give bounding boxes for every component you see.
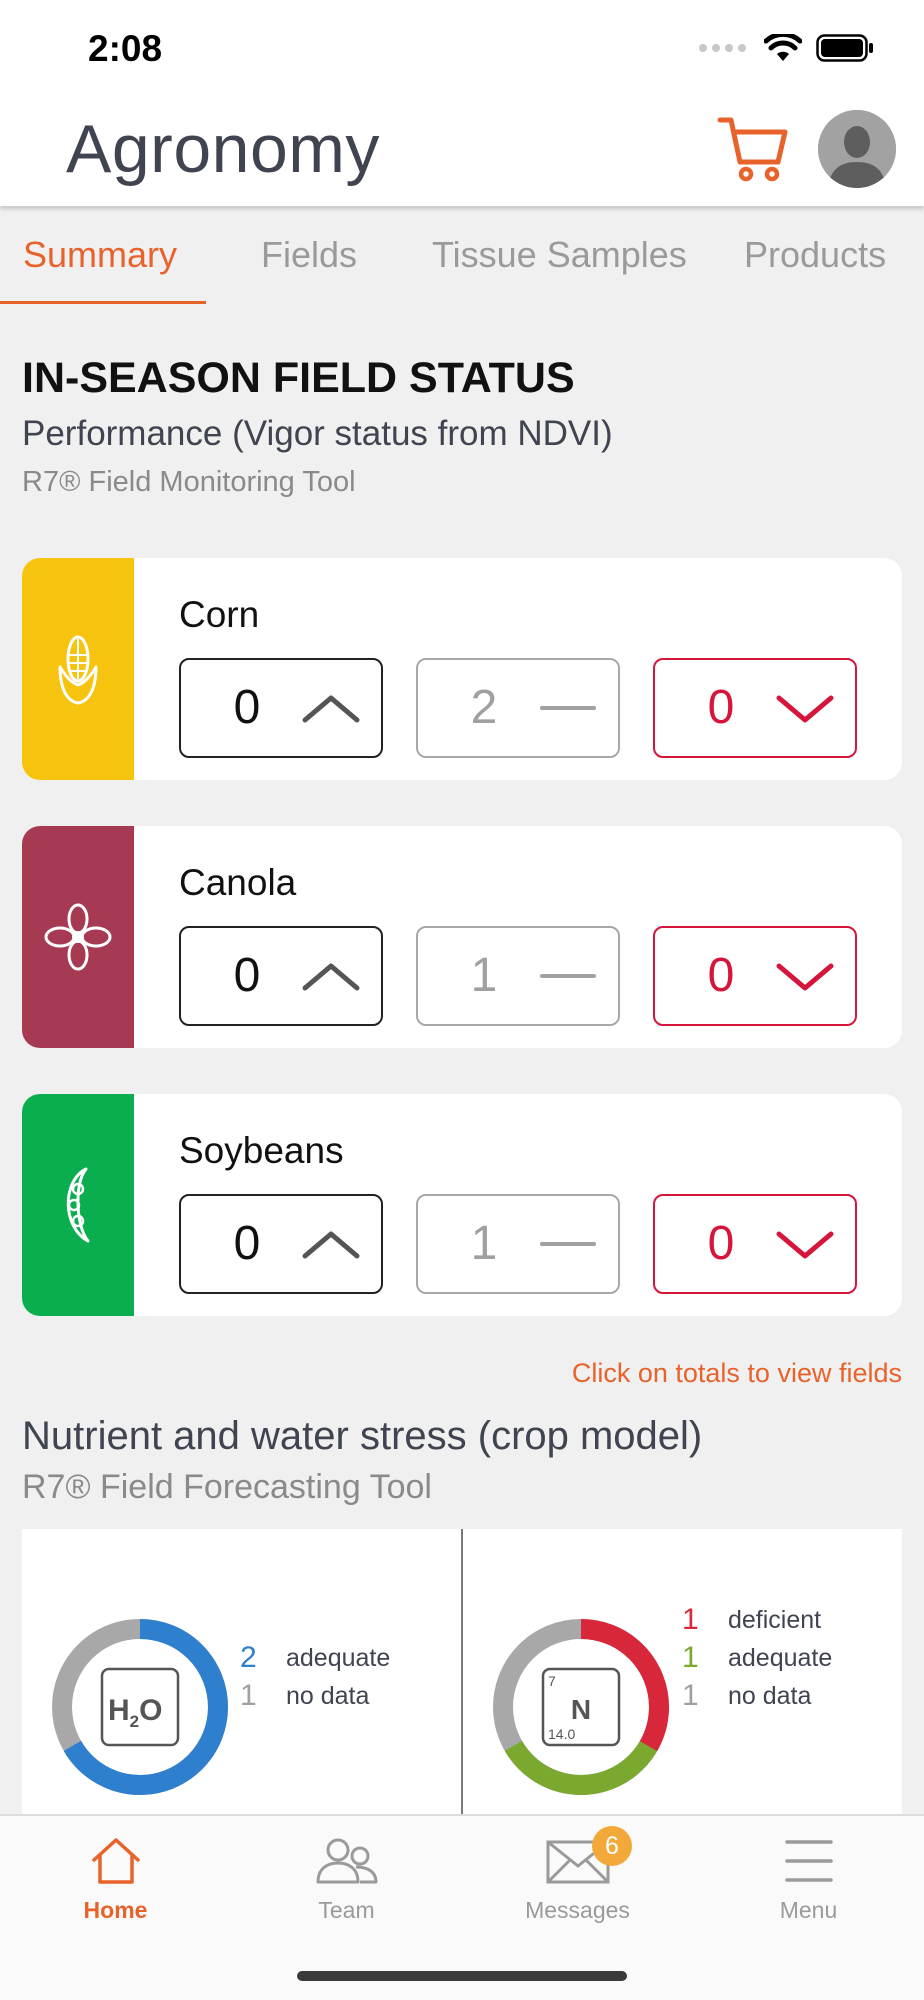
status-icons	[699, 34, 874, 62]
user-avatar[interactable]	[818, 110, 896, 188]
stress-section-tool: R7® Field Forecasting Tool	[22, 1468, 432, 1506]
user-silhouette-icon	[818, 110, 896, 188]
nitrogen-deficient-label: deficient	[728, 1606, 822, 1634]
chevron-up-icon	[302, 963, 360, 991]
declining-count-button[interactable]: 0	[653, 926, 857, 1026]
water-adequate-label: adequate	[286, 1644, 391, 1672]
canola-icon	[44, 903, 112, 971]
team-icon	[316, 1838, 377, 1884]
corn-icon	[58, 635, 98, 705]
status-time: 2:08	[88, 28, 163, 69]
improving-count-button[interactable]: 0	[179, 658, 383, 758]
chevron-down-icon	[776, 695, 834, 723]
tab-summary[interactable]: Summary	[23, 234, 177, 276]
nitrogen-adequate-label: adequate	[728, 1644, 833, 1672]
declining-count: 0	[707, 1217, 735, 1270]
tab-products[interactable]: Products	[744, 234, 886, 276]
nav-menu[interactable]: Menu	[693, 1816, 924, 1946]
nitrogen-no-data-label: no data	[728, 1682, 812, 1710]
declining-count: 0	[707, 681, 735, 734]
chevron-up-icon	[302, 1231, 360, 1259]
nitrogen-legend-adequate: 1 adequate	[682, 1641, 832, 1675]
crop-name: Canola	[179, 862, 297, 903]
improving-count: 0	[233, 681, 261, 734]
crop-card-canola: Canola 0 1 0	[22, 826, 902, 1048]
chevron-down-icon	[776, 963, 834, 991]
nav-menu-label: Menu	[779, 1897, 838, 1923]
chevron-up-icon	[302, 695, 360, 723]
water-legend-no-data: 1 no data	[240, 1679, 369, 1713]
chevron-down-icon	[776, 1231, 834, 1259]
declining-count-button[interactable]: 0	[653, 1194, 857, 1294]
cellular-signal-icon	[699, 44, 746, 52]
crop-card-soybeans: Soybeans 0 1 0	[22, 1094, 902, 1316]
water-adequate-count: 2	[240, 1641, 257, 1674]
click-totals-hint: Click on totals to view fields	[571, 1358, 902, 1388]
improving-count: 0	[233, 949, 261, 1002]
crop-color-strip	[22, 1094, 134, 1316]
stress-panel: H2O 2 adequate 1 no data 7 N 14.0 1 defi…	[22, 1529, 902, 1819]
nav-home[interactable]: Home	[0, 1816, 231, 1946]
stable-count-button[interactable]: 1	[416, 926, 620, 1026]
tab-fields[interactable]: Fields	[261, 234, 357, 276]
active-tab-indicator	[0, 301, 206, 304]
stable-count-button[interactable]: 1	[416, 1194, 620, 1294]
stable-count: 1	[470, 949, 498, 1002]
stable-count-button[interactable]: 2	[416, 658, 620, 758]
app-header: Agronomy	[0, 100, 924, 206]
cart-icon	[717, 117, 788, 182]
crop-color-strip	[22, 558, 134, 780]
crop-name: Corn	[179, 594, 260, 635]
stable-count: 1	[470, 1217, 498, 1270]
improving-count: 0	[233, 1217, 261, 1270]
cart-button[interactable]	[716, 112, 790, 186]
battery-icon	[816, 34, 873, 62]
wifi-icon	[764, 34, 802, 61]
section-tool-name: R7® Field Monitoring Tool	[22, 466, 356, 498]
tab-bar: Summary Fields Tissue Samples Products	[0, 206, 924, 304]
nav-team-label: Team	[318, 1897, 375, 1923]
nav-team[interactable]: Team	[231, 1816, 462, 1946]
section-subtitle: Performance (Vigor status from NDVI)	[22, 414, 613, 453]
tab-tissue-samples[interactable]: Tissue Samples	[432, 234, 687, 276]
dash-icon	[540, 706, 596, 710]
status-bar: 2:08	[0, 0, 924, 100]
stress-section-title: Nutrient and water stress (crop model)	[22, 1414, 703, 1458]
declining-count-button[interactable]: 0	[653, 658, 857, 758]
nitrogen-symbol: N	[571, 1694, 591, 1725]
crop-name: Soybeans	[179, 1130, 344, 1171]
section-title: IN-SEASON FIELD STATUS	[22, 354, 575, 402]
home-indicator	[297, 1971, 627, 1981]
nitrogen-atomic-number: 7	[548, 1673, 556, 1689]
water-no-data-label: no data	[286, 1682, 370, 1710]
water-legend-adequate: 2 adequate	[240, 1641, 390, 1675]
home-icon	[91, 1838, 140, 1884]
nav-home-label: Home	[83, 1897, 148, 1923]
messages-badge: 6	[592, 1826, 632, 1866]
improving-count-button[interactable]: 0	[179, 926, 383, 1026]
nitrogen-adequate-count: 1	[682, 1641, 699, 1674]
improving-count-button[interactable]: 0	[179, 1194, 383, 1294]
nitrogen-legend-no-data: 1 no data	[682, 1679, 811, 1713]
soybean-icon	[66, 1167, 90, 1243]
dash-icon	[540, 1242, 596, 1246]
hamburger-menu-icon	[784, 1840, 833, 1882]
nav-messages[interactable]: 6 Messages	[462, 1816, 693, 1946]
nitrogen-legend-deficient: 1 deficient	[682, 1603, 821, 1637]
nitrogen-atomic-mass: 14.0	[548, 1726, 575, 1742]
stable-count: 2	[470, 681, 498, 734]
water-donut-chart: H2O	[52, 1619, 228, 1795]
declining-count: 0	[707, 949, 735, 1002]
nitrogen-deficient-count: 1	[682, 1603, 699, 1636]
water-no-data-count: 1	[240, 1679, 257, 1712]
nitrogen-no-data-count: 1	[682, 1679, 699, 1712]
nitrogen-donut-chart: 7 N 14.0	[493, 1619, 669, 1795]
panel-divider	[461, 1529, 463, 1819]
dash-icon	[540, 974, 596, 978]
app-title: Agronomy	[66, 111, 380, 187]
crop-color-strip	[22, 826, 134, 1048]
crop-card-corn: Corn 0 2 0	[22, 558, 902, 780]
nav-messages-label: Messages	[525, 1897, 630, 1923]
